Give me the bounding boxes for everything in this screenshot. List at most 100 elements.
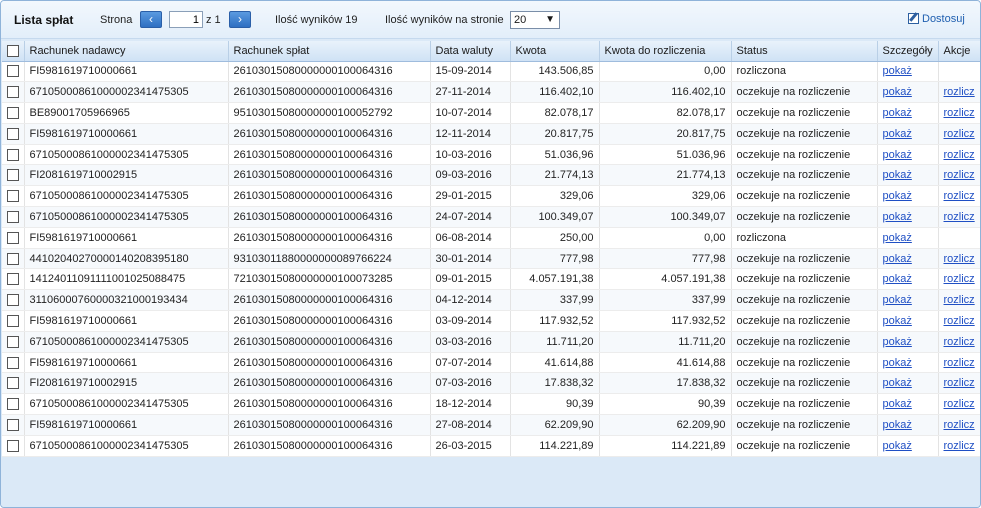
- row-checkbox[interactable]: [6, 398, 19, 411]
- settle-link[interactable]: rozlicz: [944, 419, 975, 431]
- details-link-cell: pokaż: [877, 310, 939, 332]
- settle-link[interactable]: rozlicz: [944, 86, 975, 98]
- details-link[interactable]: pokaż: [883, 273, 912, 285]
- repayment-account-cell: 26103015080000000100064316: [228, 164, 431, 187]
- status-cell: oczekuje na rozliczenie: [731, 164, 878, 187]
- repayment-account-cell: 26103015080000000100064316: [228, 61, 431, 83]
- settle-link[interactable]: rozlicz: [944, 128, 975, 140]
- column-header-account[interactable]: Rachunek spłat: [228, 41, 431, 62]
- row-checkbox[interactable]: [6, 231, 19, 244]
- details-link[interactable]: pokaż: [883, 253, 912, 265]
- value-date-cell: 03-03-2016: [430, 331, 511, 353]
- table-row: FI5981619710000661 2610301508000000010006…: [2, 352, 980, 374]
- details-link[interactable]: pokaż: [883, 232, 912, 244]
- sender-account-cell: 44102040270000140208395180: [24, 248, 229, 270]
- value-date-cell: 09-01-2015: [430, 268, 511, 291]
- settle-link[interactable]: rozlicz: [944, 253, 975, 265]
- amount-to-settle-cell: 82.078,17: [599, 102, 732, 124]
- row-checkbox[interactable]: [6, 418, 19, 431]
- row-checkbox[interactable]: [6, 273, 19, 286]
- column-header-details[interactable]: Szczegóły: [877, 41, 939, 62]
- details-link[interactable]: pokaż: [883, 190, 912, 202]
- select-all-checkbox[interactable]: [6, 44, 19, 57]
- row-checkbox[interactable]: [6, 190, 19, 203]
- settle-link-cell: rozlicz: [938, 81, 980, 104]
- settle-link[interactable]: rozlicz: [944, 149, 975, 161]
- amount-to-settle-cell: 116.402,10: [599, 81, 732, 104]
- settle-link[interactable]: rozlicz: [944, 336, 975, 348]
- row-checkbox[interactable]: [6, 252, 19, 265]
- row-checkbox[interactable]: [6, 169, 19, 182]
- row-checkbox[interactable]: [6, 107, 19, 120]
- settle-link[interactable]: rozlicz: [944, 440, 975, 452]
- settle-link[interactable]: rozlicz: [944, 211, 975, 223]
- settle-link[interactable]: rozlicz: [944, 273, 975, 285]
- row-checkbox[interactable]: [6, 211, 19, 224]
- amount-cell: 100.349,07: [510, 206, 600, 228]
- details-link[interactable]: pokaż: [883, 211, 912, 223]
- sender-account-cell: FI5981619710000661: [24, 123, 229, 145]
- details-link[interactable]: pokaż: [883, 336, 912, 348]
- sender-account-cell: FI2081619710002915: [24, 372, 229, 395]
- page-number-input[interactable]: [169, 11, 203, 28]
- row-select-cell: [2, 248, 25, 270]
- settle-link[interactable]: rozlicz: [944, 107, 975, 119]
- column-header-amount[interactable]: Kwota: [510, 41, 600, 62]
- column-header-to-settle[interactable]: Kwota do rozliczenia: [599, 41, 732, 62]
- column-header-actions[interactable]: Akcje: [938, 41, 980, 62]
- details-link[interactable]: pokaż: [883, 294, 912, 306]
- amount-cell: 329,06: [510, 185, 600, 208]
- details-link[interactable]: pokaż: [883, 440, 912, 452]
- column-header-sender[interactable]: Rachunek nadawcy: [24, 41, 229, 62]
- settle-link-cell: rozlicz: [938, 352, 980, 374]
- sender-account-cell: FI5981619710000661: [24, 61, 229, 83]
- settle-link[interactable]: rozlicz: [944, 398, 975, 410]
- details-link[interactable]: pokaż: [883, 169, 912, 181]
- row-checkbox[interactable]: [6, 356, 19, 369]
- settle-link[interactable]: rozlicz: [944, 357, 975, 369]
- settle-link[interactable]: rozlicz: [944, 190, 975, 202]
- edit-icon: [908, 13, 919, 24]
- row-select-cell: [2, 102, 25, 124]
- amount-cell: 51.036,96: [510, 144, 600, 166]
- prev-page-button[interactable]: ‹: [140, 11, 162, 28]
- amount-cell: 337,99: [510, 289, 600, 312]
- table-footer-area: [1, 461, 980, 507]
- details-link[interactable]: pokaż: [883, 128, 912, 140]
- sender-account-cell: 67105000861000002341475305: [24, 206, 229, 228]
- details-link[interactable]: pokaż: [883, 107, 912, 119]
- details-link[interactable]: pokaż: [883, 398, 912, 410]
- details-link-cell: pokaż: [877, 185, 939, 208]
- details-link[interactable]: pokaż: [883, 357, 912, 369]
- details-link[interactable]: pokaż: [883, 149, 912, 161]
- row-checkbox[interactable]: [6, 65, 19, 78]
- details-link[interactable]: pokaż: [883, 419, 912, 431]
- details-link[interactable]: pokaż: [883, 377, 912, 389]
- column-header-status[interactable]: Status: [731, 41, 878, 62]
- row-checkbox[interactable]: [6, 86, 19, 99]
- settle-link-cell: rozlicz: [938, 248, 980, 270]
- row-select-cell: [2, 414, 25, 436]
- column-header-date[interactable]: Data waluty: [430, 41, 511, 62]
- row-checkbox[interactable]: [6, 294, 19, 307]
- settle-link[interactable]: rozlicz: [944, 169, 975, 181]
- next-page-button[interactable]: ›: [229, 11, 251, 28]
- customize-link[interactable]: Dostosuj: [908, 13, 965, 25]
- row-checkbox[interactable]: [6, 439, 19, 452]
- settle-link[interactable]: rozlicz: [944, 294, 975, 306]
- results-per-page-select[interactable]: 20 ▼: [510, 11, 560, 29]
- row-checkbox[interactable]: [6, 377, 19, 390]
- details-link[interactable]: pokaż: [883, 86, 912, 98]
- row-checkbox[interactable]: [6, 315, 19, 327]
- details-link-cell: pokaż: [877, 331, 939, 353]
- row-checkbox[interactable]: [6, 335, 19, 348]
- amount-cell: 20.817,75: [510, 123, 600, 145]
- details-link[interactable]: pokaż: [883, 315, 912, 327]
- row-checkbox[interactable]: [6, 127, 19, 140]
- row-checkbox[interactable]: [6, 148, 19, 161]
- settle-link[interactable]: rozlicz: [944, 377, 975, 389]
- amount-cell: 62.209,90: [510, 414, 600, 436]
- value-date-cell: 26-03-2015: [430, 435, 511, 457]
- details-link[interactable]: pokaż: [883, 65, 912, 77]
- settle-link[interactable]: rozlicz: [944, 315, 975, 327]
